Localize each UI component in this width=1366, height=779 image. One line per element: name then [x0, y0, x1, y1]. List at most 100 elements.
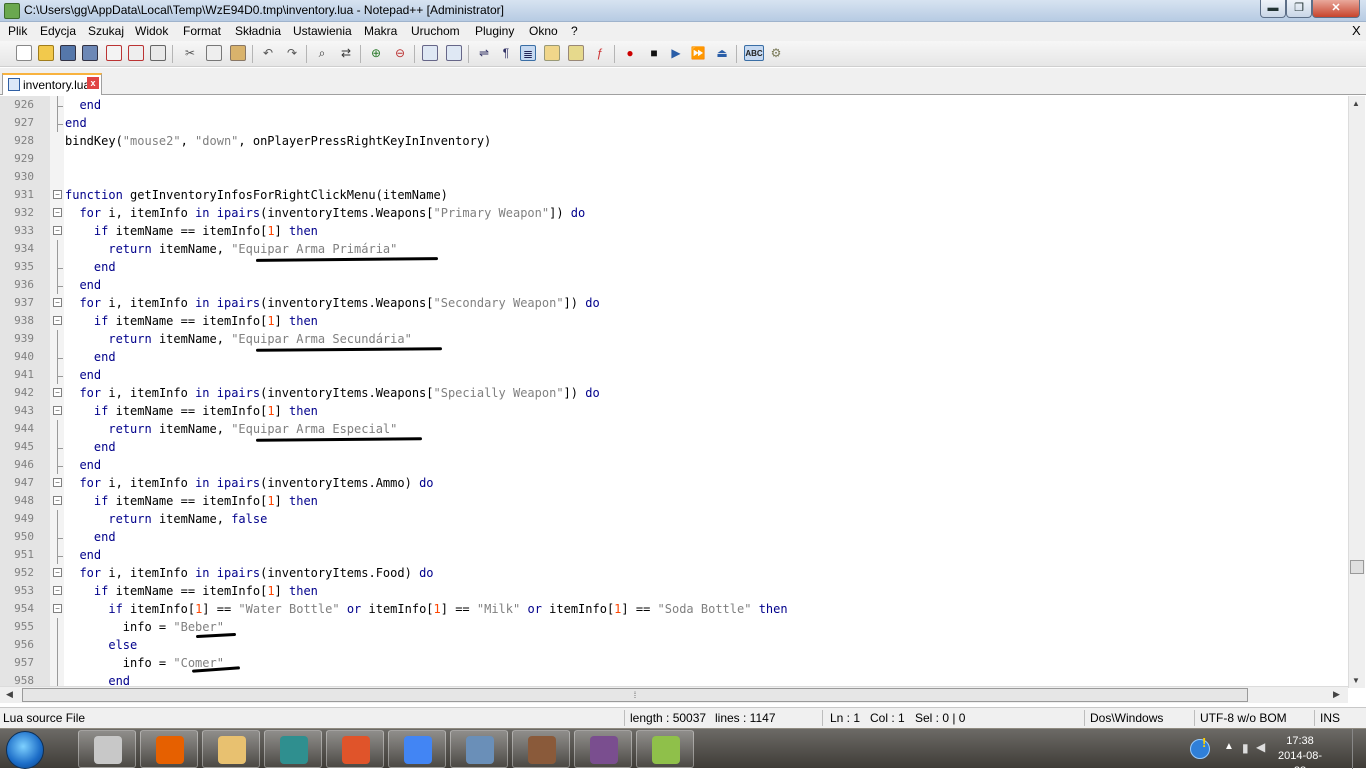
code-line[interactable]: bindKey("mouse2", "down", onPlayerPressR…	[65, 132, 491, 150]
office-app-button[interactable]	[326, 730, 384, 768]
start-button[interactable]	[6, 731, 44, 769]
language-icon[interactable]	[544, 45, 560, 61]
record-macro-icon[interactable]: ●	[622, 45, 638, 61]
find-icon[interactable]: ⌕	[314, 45, 330, 61]
undo-icon[interactable]: ↶	[260, 45, 276, 61]
sync-horizontal-icon[interactable]	[446, 45, 462, 61]
menu-help[interactable]: ?	[571, 24, 578, 38]
arduino-app-button[interactable]	[264, 730, 322, 768]
code-line[interactable]: return itemName, "Equipar Arma Especial"	[65, 420, 397, 438]
fold-toggle-icon[interactable]: −	[53, 568, 62, 577]
show-desktop-button[interactable]	[1352, 729, 1366, 769]
code-line[interactable]: end	[65, 348, 116, 366]
code-line[interactable]: function getInventoryInfosForRightClickM…	[65, 186, 448, 204]
code-line[interactable]: info = "Beber"	[65, 618, 224, 636]
save-icon[interactable]	[60, 45, 76, 61]
sync-vertical-icon[interactable]	[422, 45, 438, 61]
scroll-up-icon[interactable]: ▲	[1352, 99, 1360, 108]
title-bar[interactable]: C:\Users\gg\AppData\Local\Temp\WzE94D0.t…	[0, 0, 1366, 22]
doc-map-icon[interactable]	[568, 45, 584, 61]
word-wrap-icon[interactable]: ⇌	[476, 45, 492, 61]
code-line[interactable]: return itemName, false	[65, 510, 267, 528]
menu-pluginy[interactable]: Pluginy	[475, 24, 514, 38]
code-line[interactable]: if itemName == itemInfo[1] then	[65, 492, 318, 510]
maximize-button[interactable]: ❐	[1286, 0, 1312, 18]
save-macro-icon[interactable]: ⏏	[714, 45, 730, 61]
volume-icon[interactable]: ◀	[1256, 740, 1265, 754]
code-line[interactable]: if itemInfo[1] == "Water Bottle" or item…	[65, 600, 787, 618]
stop-recording-icon[interactable]: ■	[646, 45, 662, 61]
menu-ustawienia[interactable]: Ustawienia	[293, 24, 352, 38]
calendar-app-button[interactable]	[78, 730, 136, 768]
code-line[interactable]: for i, itemInfo in ipairs(inventoryItems…	[65, 204, 585, 222]
scrollbar-thumb[interactable]	[1350, 560, 1364, 574]
save-all-icon[interactable]	[82, 45, 98, 61]
notepadpp-app-button[interactable]	[636, 730, 694, 768]
spell-check-icon[interactable]: ABC	[744, 45, 764, 61]
explorer-app-button[interactable]	[202, 730, 260, 768]
menu-szukaj[interactable]: Szukaj	[88, 24, 124, 38]
tab-inventory-lua[interactable]: inventory.lua x	[2, 73, 102, 95]
redo-icon[interactable]: ↷	[284, 45, 300, 61]
scroll-down-icon[interactable]: ▼	[1352, 676, 1360, 685]
code-line[interactable]: end	[65, 366, 101, 384]
code-line[interactable]: end	[65, 96, 101, 114]
open-file-icon[interactable]	[38, 45, 54, 61]
zoom-in-icon[interactable]: ⊕	[368, 45, 384, 61]
menu-skladnia[interactable]: Składnia	[235, 24, 281, 38]
fold-toggle-icon[interactable]: −	[53, 298, 62, 307]
code-line[interactable]: else	[65, 636, 137, 654]
zoom-out-icon[interactable]: ⊖	[392, 45, 408, 61]
vertical-scrollbar[interactable]: ▲ ▼	[1348, 96, 1365, 688]
winrar-app-button[interactable]	[574, 730, 632, 768]
scrollbar-thumb[interactable]: ⁞	[22, 688, 1248, 702]
code-line[interactable]: if itemName == itemInfo[1] then	[65, 222, 318, 240]
copy-icon[interactable]	[206, 45, 222, 61]
fold-toggle-icon[interactable]: −	[53, 496, 62, 505]
paste-icon[interactable]	[230, 45, 246, 61]
code-line[interactable]: for i, itemInfo in ipairs(inventoryItems…	[65, 294, 599, 312]
fold-toggle-icon[interactable]: −	[53, 190, 62, 199]
run-macro-multiple-icon[interactable]: ⏩	[690, 45, 706, 61]
code-line[interactable]: if itemName == itemInfo[1] then	[65, 402, 318, 420]
fold-toggle-icon[interactable]: −	[53, 586, 62, 595]
network-icon[interactable]: ▮	[1242, 741, 1249, 755]
code-line[interactable]: if itemName == itemInfo[1] then	[65, 582, 318, 600]
close-button[interactable]: ✕	[1312, 0, 1360, 18]
menu-edycja[interactable]: Edycja	[40, 24, 76, 38]
show-hidden-icons-icon[interactable]: ▲	[1224, 741, 1234, 752]
editor-window-app-button[interactable]	[450, 730, 508, 768]
horizontal-scrollbar[interactable]: ◀ ⁞ ▶	[0, 686, 1348, 703]
menu-makra[interactable]: Makra	[364, 24, 397, 38]
indent-guide-icon[interactable]: ≣	[520, 45, 536, 61]
code-line[interactable]: end	[65, 438, 116, 456]
code-line[interactable]: for i, itemInfo in ipairs(inventoryItems…	[65, 564, 433, 582]
print-icon[interactable]	[150, 45, 166, 61]
firefox-app-button[interactable]	[140, 730, 198, 768]
action-center-icon[interactable]	[1190, 739, 1210, 759]
show-all-chars-icon[interactable]: ¶	[498, 45, 514, 61]
menu-okno[interactable]: Okno	[529, 24, 558, 38]
replace-icon[interactable]: ⇄	[338, 45, 354, 61]
fold-toggle-icon[interactable]: −	[53, 478, 62, 487]
code-line[interactable]: return itemName, "Equipar Arma Secundári…	[65, 330, 411, 348]
game-app-button[interactable]	[512, 730, 570, 768]
close-all-icon[interactable]	[128, 45, 144, 61]
fold-toggle-icon[interactable]: −	[53, 208, 62, 217]
menu-uruchom[interactable]: Uruchom	[411, 24, 460, 38]
cut-icon[interactable]: ✂	[182, 45, 198, 61]
code-line[interactable]: end	[65, 258, 116, 276]
new-file-icon[interactable]	[16, 45, 32, 61]
code-line[interactable]: return itemName, "Equipar Arma Primária"	[65, 240, 397, 258]
menu-widok[interactable]: Widok	[135, 24, 168, 38]
scroll-left-icon[interactable]: ◀	[6, 689, 13, 700]
code-line[interactable]: end	[65, 276, 101, 294]
scroll-right-icon[interactable]: ▶	[1333, 689, 1340, 700]
clock[interactable]: 17:38 2014-08-28	[1272, 734, 1328, 779]
fold-toggle-icon[interactable]: −	[53, 406, 62, 415]
code-line[interactable]: for i, itemInfo in ipairs(inventoryItems…	[65, 384, 599, 402]
code-line[interactable]: end	[65, 546, 101, 564]
tab-close-icon[interactable]: x	[87, 77, 99, 89]
code-line[interactable]: end	[65, 528, 116, 546]
close-document-button[interactable]: X	[1352, 23, 1361, 38]
